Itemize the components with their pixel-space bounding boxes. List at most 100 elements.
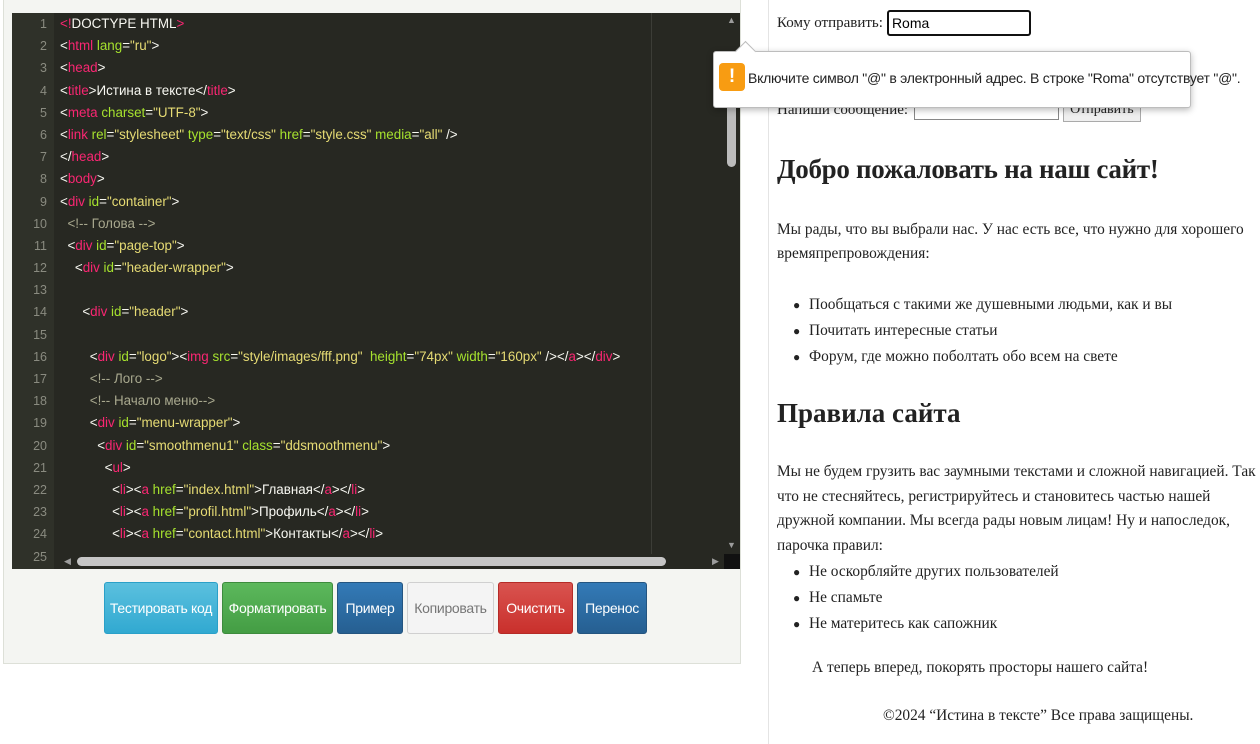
line-number: 5	[40, 105, 47, 120]
code-token: <	[60, 237, 76, 253]
code-token: <	[60, 126, 68, 142]
list-item: ● Пообщаться с такими же душевными людьми…	[793, 292, 1172, 318]
code-token: ><	[125, 481, 142, 497]
code-token: a	[141, 526, 149, 542]
code-token: >	[101, 149, 110, 165]
code-token: ></	[349, 526, 370, 542]
bullet-icon: ●	[793, 298, 801, 312]
code-token: "ddsmoothmenu"	[280, 437, 383, 453]
code-token: >	[382, 437, 391, 453]
validation-tooltip: ! Включите символ "@" в электронный адре…	[713, 40, 1241, 108]
code-token: "74px"	[414, 348, 453, 364]
horizontal-scrollbar[interactable]: ◀ ▶	[60, 554, 724, 569]
code-token: "smoothmenu1"	[144, 437, 239, 453]
code-token: id	[92, 237, 107, 253]
code-token: >	[122, 459, 131, 475]
code-token: ></	[335, 504, 356, 520]
list-item-text: Не материтесь как сапожник	[809, 615, 998, 632]
code-token: "contact.html"	[183, 526, 266, 542]
code-token: =	[99, 193, 107, 209]
code-token: "ru"	[130, 38, 152, 54]
code-token: >	[200, 104, 209, 120]
code-token: img	[187, 348, 209, 364]
line-number: 4	[40, 83, 47, 98]
code-token: =	[122, 38, 131, 54]
wrap-button[interactable]: Перенос	[577, 582, 647, 634]
clear-button[interactable]: Очистить	[498, 582, 573, 634]
code-token: type	[184, 126, 214, 142]
code-token: >	[357, 481, 366, 497]
line-number: 16	[33, 349, 47, 364]
code-token: <	[60, 104, 68, 120]
code-line: <div id="menu-wrapper">	[60, 412, 724, 434]
code-token: id	[114, 415, 129, 431]
code-area[interactable]: <!DOCTYPE HTML> <html lang="ru"> <head> <ti…	[60, 13, 724, 554]
horizontal-scroll-thumb[interactable]	[77, 557, 666, 566]
line-number: 15	[33, 327, 47, 342]
code-token: <	[60, 415, 98, 431]
scroll-down-arrow-icon[interactable]: ▼	[727, 540, 736, 550]
code-token: >	[612, 348, 621, 364]
code-token: ><	[171, 348, 188, 364]
line-number: 8	[40, 172, 47, 187]
code-token: >Контакты</	[265, 526, 343, 542]
line-number: 1	[40, 17, 47, 31]
scrollbar-corner	[724, 554, 740, 569]
code-line: <div id="header">	[60, 301, 724, 323]
code-token: "header"	[129, 304, 181, 320]
rules-heading: Правила сайта	[777, 398, 961, 428]
code-line: <ul>	[60, 457, 724, 479]
copy-button[interactable]: Копировать	[407, 582, 494, 634]
code-token: a	[324, 481, 332, 497]
code-token: height	[362, 348, 407, 364]
list-item-text: Не оскорбляйте других пользователей	[809, 563, 1059, 580]
code-line: <!-- Лого -->	[60, 368, 724, 390]
code-token: =	[302, 126, 311, 142]
code-token: body	[67, 171, 97, 187]
recipient-email-input[interactable]	[886, 10, 1031, 36]
code-token: rel	[87, 126, 107, 142]
code-token: id	[99, 260, 114, 276]
code-token: href	[275, 126, 303, 142]
code-token: >	[375, 526, 384, 542]
code-token: title	[206, 82, 228, 98]
code-token: "160px"	[495, 348, 542, 364]
list-item: ● Не материтесь как сапожник	[793, 611, 1059, 637]
code-token: ></	[575, 348, 596, 364]
scroll-left-arrow-icon[interactable]: ◀	[64, 554, 71, 569]
code-token: =	[213, 126, 222, 142]
code-token: >Профиль</	[251, 504, 329, 520]
scroll-up-arrow-icon[interactable]: ▲	[727, 15, 736, 25]
code-token: =	[487, 348, 496, 364]
code-token: <	[60, 481, 120, 497]
code-token: <	[60, 171, 68, 187]
line-number: 9	[40, 194, 47, 209]
code-token: <!-- Голова -->	[67, 215, 156, 231]
code-line: <html lang="ru">	[60, 35, 724, 57]
format-button[interactable]: Форматировать	[222, 582, 333, 634]
code-token: div	[75, 237, 93, 253]
list-item-text: Форум, где можно поболтать обо всем на с…	[809, 348, 1118, 365]
code-token: =	[145, 104, 154, 120]
scroll-right-arrow-icon[interactable]: ▶	[712, 554, 719, 569]
test-code-button[interactable]: Тестировать код	[104, 582, 218, 634]
code-token: "all"	[419, 126, 443, 142]
code-token: "profil.html"	[183, 504, 252, 520]
code-editor[interactable]: 1 2 3 4 5 6 7 8 9 10 11 12 13 14 15 16 17 18 19 20 21 22 23 24 2…	[12, 13, 740, 569]
code-token: >	[96, 171, 105, 187]
code-token: />	[442, 126, 458, 142]
code-line: </head>	[60, 146, 724, 168]
line-number: 6	[40, 127, 47, 142]
line-number: 19	[33, 416, 47, 431]
code-line: <meta charset="UTF-8">	[60, 102, 724, 124]
preview-pane: Кому отправить: Напиши сообщение: Отправ…	[768, 0, 1260, 744]
list-item-text: Почитать интересные статьи	[809, 322, 998, 339]
example-button[interactable]: Пример	[337, 582, 403, 634]
code-token: id	[122, 437, 137, 453]
footer-copyright: ©2024 “Истина в тексте” Все права защище…	[883, 707, 1194, 724]
code-line: <!-- Начало меню-->	[60, 390, 724, 412]
code-token: >	[151, 38, 160, 54]
line-number: 22	[33, 482, 47, 497]
code-token: "UTF-8"	[153, 104, 201, 120]
code-token: a	[342, 526, 350, 542]
